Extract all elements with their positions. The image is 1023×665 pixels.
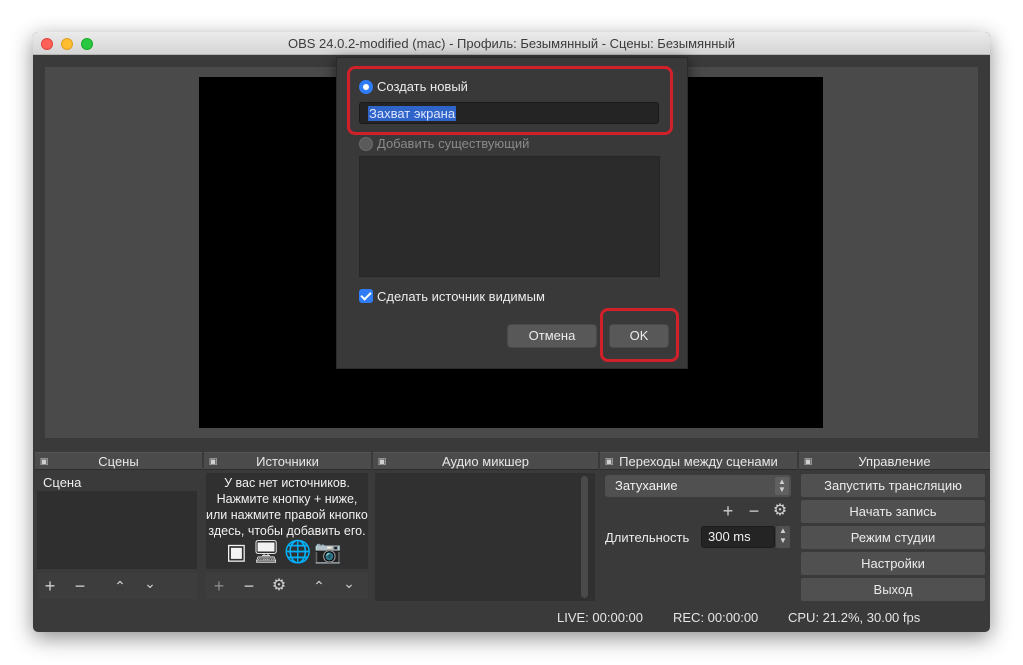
globe-icon: 🌐	[284, 539, 312, 564]
transition-select[interactable]: Затухание ▲ ▼	[605, 475, 791, 497]
scenes-dock-header: ▣ Сцены	[35, 452, 202, 470]
controls-dock-header: ▣ Управление	[799, 452, 990, 470]
cancel-button[interactable]: Отмена	[507, 324, 597, 348]
scenes-dock-title: Сцены	[98, 454, 139, 469]
settings-button[interactable]: Настройки	[801, 552, 985, 575]
move-down-icon[interactable]: ⌄	[141, 573, 159, 593]
sources-toolbar: + − ⚙ ⌃ ⌄	[206, 573, 368, 599]
start-streaming-button[interactable]: Запустить трансляцию	[801, 474, 985, 497]
dock-float-icon[interactable]: ▣	[377, 456, 387, 466]
scene-item-label: Сцена	[43, 475, 82, 490]
rec-status: REC: 00:00:00	[673, 610, 759, 625]
sources-dock-header: ▣ Источники	[204, 452, 371, 470]
dock-float-icon[interactable]: ▣	[39, 456, 49, 466]
select-arrows-icon: ▲ ▼	[775, 477, 789, 495]
duration-stepper[interactable]: ▲ ▼	[776, 526, 790, 548]
audio-mixer-scrollbar[interactable]	[581, 476, 588, 598]
dock-float-icon[interactable]: ▣	[803, 456, 813, 466]
audio-mixer-dock-title: Аудио микшер	[441, 454, 530, 469]
empty-hint-line: Нажмите кнопку + ниже,	[216, 492, 358, 506]
duration-input[interactable]: 300 ms	[701, 526, 775, 548]
transition-select-value: Затухание	[615, 478, 678, 493]
add-source-icon[interactable]: +	[210, 576, 228, 596]
move-up-icon[interactable]: ⌃	[310, 576, 328, 596]
source-properties-gear-icon[interactable]: ⚙	[270, 576, 288, 596]
start-recording-button[interactable]: Начать запись	[801, 500, 985, 523]
existing-sources-list[interactable]	[359, 156, 660, 277]
remove-transition-icon[interactable]: −	[745, 501, 763, 521]
add-transition-icon[interactable]: +	[719, 501, 737, 521]
highlight-box	[600, 308, 679, 362]
move-up-icon[interactable]: ⌃	[111, 576, 129, 596]
sources-dock-title: Источники	[256, 454, 319, 469]
cpu-status: CPU: 21.2%, 30.00 fps	[788, 610, 921, 625]
audio-mixer-panel	[375, 473, 595, 601]
monitor-icon: 🖥	[252, 539, 280, 564]
add-scene-icon[interactable]: +	[41, 576, 59, 596]
scenes-list[interactable]: Сцена	[37, 473, 197, 569]
empty-hint-line: У вас нет источников.	[224, 476, 350, 490]
transitions-dock-header: ▣ Переходы между сценами	[600, 452, 797, 470]
empty-hint-line: или нажмите правой кнопкой	[206, 508, 368, 522]
audio-mixer-dock-header: ▣ Аудио микшер	[373, 452, 598, 470]
title-bar: OBS 24.0.2-modified (mac) - Профиль: Без…	[33, 32, 990, 55]
dock-float-icon[interactable]: ▣	[604, 456, 614, 466]
scenes-toolbar: + − ⌃ ⌄	[37, 573, 197, 599]
live-status: LIVE: 00:00:00	[557, 610, 644, 625]
obs-window: OBS 24.0.2-modified (mac) - Профиль: Без…	[33, 32, 990, 632]
controls-dock-title: Управление	[858, 454, 931, 469]
sources-list[interactable]: У вас нет источников. Нажмите кнопку + н…	[206, 473, 368, 569]
camera-icon: 📷	[314, 539, 342, 564]
remove-source-icon[interactable]: −	[240, 576, 258, 596]
source-type-icons: ▣ 🖥 🌐 📷	[226, 539, 348, 567]
highlight-box	[347, 66, 673, 135]
create-source-dialog: Создать новый Захват экрана Добавить сущ…	[336, 57, 688, 369]
transition-properties-gear-icon[interactable]: ⚙	[771, 501, 789, 521]
add-existing-label: Добавить существующий	[377, 136, 530, 151]
duration-value: 300 ms	[708, 529, 751, 544]
list-item[interactable]: Сцена	[37, 473, 197, 491]
exit-button[interactable]: Выход	[801, 578, 985, 601]
dock-float-icon[interactable]: ▣	[208, 456, 218, 466]
add-existing-radio[interactable]	[359, 137, 373, 151]
remove-scene-icon[interactable]: −	[71, 576, 89, 596]
studio-mode-button[interactable]: Режим студии	[801, 526, 985, 549]
make-visible-label: Сделать источник видимым	[377, 289, 545, 304]
window-title: OBS 24.0.2-modified (mac) - Профиль: Без…	[287, 36, 736, 51]
image-icon: ▣	[226, 539, 247, 564]
duration-label: Длительность	[605, 530, 690, 545]
transitions-dock-title: Переходы между сценами	[619, 454, 778, 469]
move-down-icon[interactable]: ⌄	[340, 573, 358, 593]
empty-hint-line: здесь, чтобы добавить его.	[208, 524, 366, 538]
make-visible-checkbox[interactable]	[359, 289, 373, 303]
